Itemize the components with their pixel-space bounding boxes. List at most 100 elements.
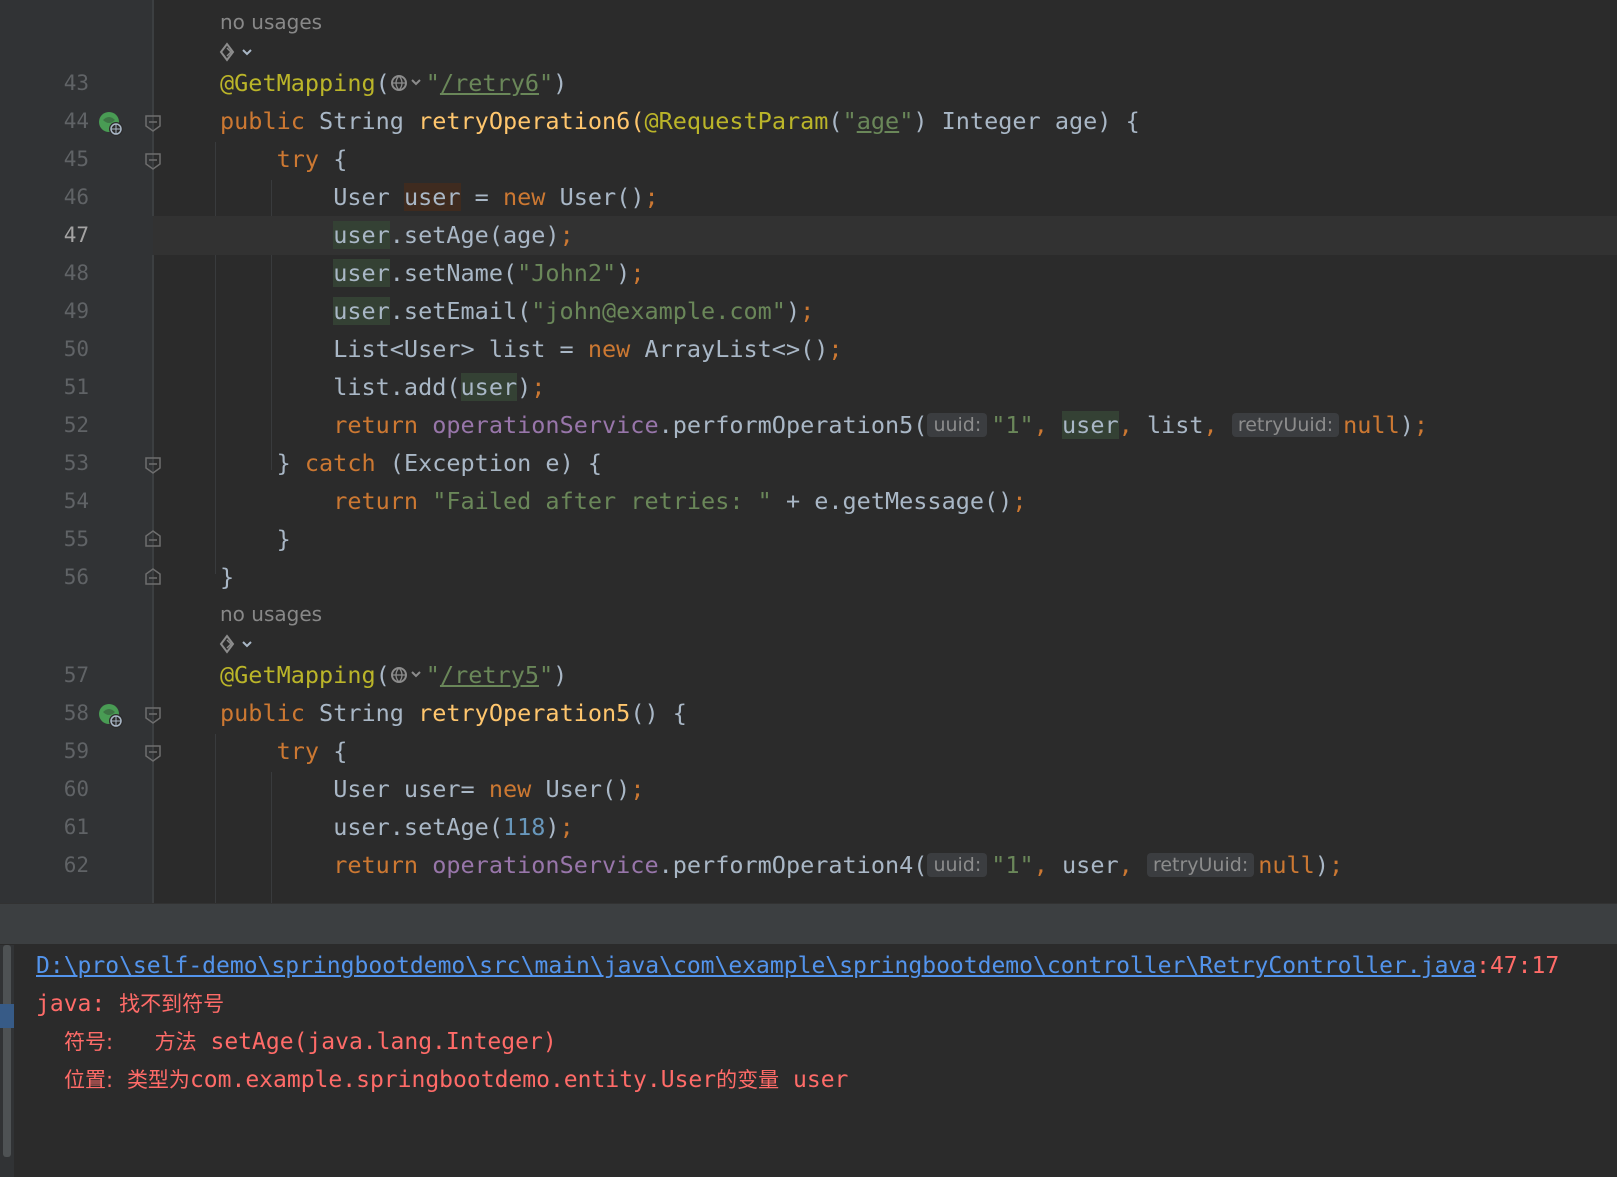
keyword: new: [488, 775, 532, 803]
keyword: return: [333, 487, 419, 515]
type-name: User: [333, 183, 390, 211]
code-line-50[interactable]: 50 List<User> list = new ArrayList<>();: [0, 330, 1617, 369]
code-line-44[interactable]: 44 public String retryOperation6(@Reques…: [0, 102, 1617, 141]
symbol-value: setAge(java.lang.Integer): [210, 1029, 557, 1055]
code-line-53[interactable]: 53 } catch (Exception e) {: [0, 444, 1617, 483]
location-label: 位置:: [64, 1068, 114, 1092]
code-line-52[interactable]: 52 return operationService.performOperat…: [0, 406, 1617, 445]
annotation: @RequestParam: [644, 107, 829, 135]
method-call: .setEmail(: [389, 297, 532, 325]
fold-open-icon[interactable]: [144, 706, 162, 724]
code-line-62[interactable]: 62 return operationService.performOperat…: [0, 846, 1617, 885]
line-number: 48: [63, 261, 89, 285]
type-name: String: [319, 699, 404, 727]
list-declaration: List<User> list =: [333, 335, 588, 363]
symbol-label: 符号:: [64, 1030, 114, 1054]
variable-user: user: [333, 221, 390, 249]
line-number: 57: [63, 663, 89, 687]
code-line-46[interactable]: 46 User user = new User();: [0, 178, 1617, 217]
method-name: retryOperation6: [418, 107, 631, 135]
globe-icon[interactable]: [390, 663, 426, 687]
line-number: 53: [63, 451, 89, 475]
keyword: return: [333, 851, 419, 879]
string-literal: "1": [991, 411, 1034, 439]
param-var: age: [1054, 107, 1098, 135]
code-line-47[interactable]: 47 user.setAge(age);: [0, 216, 1617, 255]
usages-hint[interactable]: no usages: [220, 602, 322, 626]
line-number: 44: [63, 109, 89, 133]
line-number: 62: [63, 853, 89, 877]
method-call: .performOperation4(: [658, 851, 928, 879]
annotation: @GetMapping: [220, 69, 376, 97]
code-line-59[interactable]: 59 try {: [0, 732, 1617, 771]
method-name: retryOperation5: [418, 699, 631, 727]
string-literal: "john@example.com": [531, 297, 786, 325]
constructor-call: ArrayList<>(): [644, 335, 829, 363]
code-line-57[interactable]: 57 @GetMapping("/retry5"): [0, 656, 1617, 695]
line-number: 55: [63, 527, 89, 551]
fold-open-icon[interactable]: [144, 456, 162, 474]
code-line-45[interactable]: 45 try {: [0, 140, 1617, 179]
error-location-detail: 位置: 类型为com.example.springbootdemo.entity…: [64, 1061, 848, 1100]
variable-user: user: [1062, 851, 1119, 879]
type-name: User: [545, 775, 603, 803]
code-line-51[interactable]: 51 list.add(user);: [0, 368, 1617, 407]
fold-close-icon[interactable]: [144, 568, 162, 586]
code-line-54[interactable]: 54 return "Failed after retries: " + e.g…: [0, 482, 1617, 521]
method-call: + e.getMessage(): [771, 487, 1013, 515]
fold-close-icon[interactable]: [144, 530, 162, 548]
keyword: null: [1258, 851, 1315, 879]
code-line-56[interactable]: 56 }: [0, 558, 1617, 597]
code-line-49[interactable]: 49 user.setEmail("john@example.com");: [0, 292, 1617, 331]
run-endpoint-icon[interactable]: [97, 110, 125, 138]
field-name: operationService: [432, 411, 659, 439]
line-number: 60: [63, 777, 89, 801]
panel-splitter[interactable]: [0, 903, 1617, 945]
fold-open-icon[interactable]: [144, 744, 162, 762]
line-number: 49: [63, 299, 89, 323]
param-name[interactable]: age: [857, 107, 899, 135]
keyword: catch: [304, 449, 376, 477]
endpoint-path[interactable]: /retry6: [440, 69, 539, 97]
param-hint: uuid:: [927, 853, 988, 877]
keyword: public: [220, 107, 305, 135]
run-endpoint-icon[interactable]: [97, 702, 125, 730]
code-line-55[interactable]: 55 }: [0, 520, 1617, 559]
field-name: operationService: [432, 851, 659, 879]
type-name: Integer: [941, 107, 1041, 135]
variable-declaration: User user=: [333, 775, 489, 803]
error-message-line: java: 找不到符号: [36, 985, 224, 1024]
code-line-60[interactable]: 60 User user= new User();: [0, 770, 1617, 809]
error-location-line: D:\pro\self-demo\springbootdemo\src\main…: [36, 947, 1559, 986]
fold-open-icon[interactable]: [144, 114, 162, 132]
build-output-console[interactable]: D:\pro\self-demo\springbootdemo\src\main…: [0, 945, 1617, 1177]
console-scrollbar[interactable]: [3, 945, 11, 1157]
line-number: 54: [63, 489, 89, 513]
code-line-43[interactable]: 43 @GetMapping("/retry6"): [0, 64, 1617, 103]
variable-user: user: [460, 373, 518, 401]
code-line-48[interactable]: 48 user.setName("John2");: [0, 254, 1617, 293]
error-file-link[interactable]: D:\pro\self-demo\springbootdemo\src\main…: [36, 953, 1476, 979]
string-literal: "Failed after retries: ": [432, 487, 772, 515]
code-line-58[interactable]: 58 public String retryOperation5() {: [0, 694, 1617, 733]
string-literal: "John2": [517, 259, 617, 287]
endpoint-path[interactable]: /retry5: [440, 661, 539, 689]
location-class: com.example.springbootdemo.entity.User: [189, 1067, 717, 1093]
code-editor[interactable]: no usages 43 @GetMapping("/retry6") 44 p…: [0, 0, 1617, 903]
line-number: 56: [63, 565, 89, 589]
type-name: User: [559, 183, 617, 211]
fold-open-icon[interactable]: [144, 152, 162, 170]
line-number: 51: [63, 375, 89, 399]
code-line-61[interactable]: 61 user.setAge(118);: [0, 808, 1617, 847]
number-literal: 118: [502, 813, 546, 841]
variable-user: user: [333, 259, 390, 287]
usages-hint[interactable]: no usages: [220, 10, 322, 34]
globe-icon[interactable]: [390, 71, 426, 95]
generate-icon[interactable]: [217, 40, 261, 64]
error-position: :47:17: [1476, 953, 1560, 979]
generate-icon[interactable]: [217, 632, 261, 656]
param-hint: retryUuid:: [1231, 413, 1340, 437]
method-label: 方法: [154, 1030, 197, 1054]
variable-user: user: [403, 183, 461, 211]
param-hint: retryUuid:: [1146, 853, 1255, 877]
